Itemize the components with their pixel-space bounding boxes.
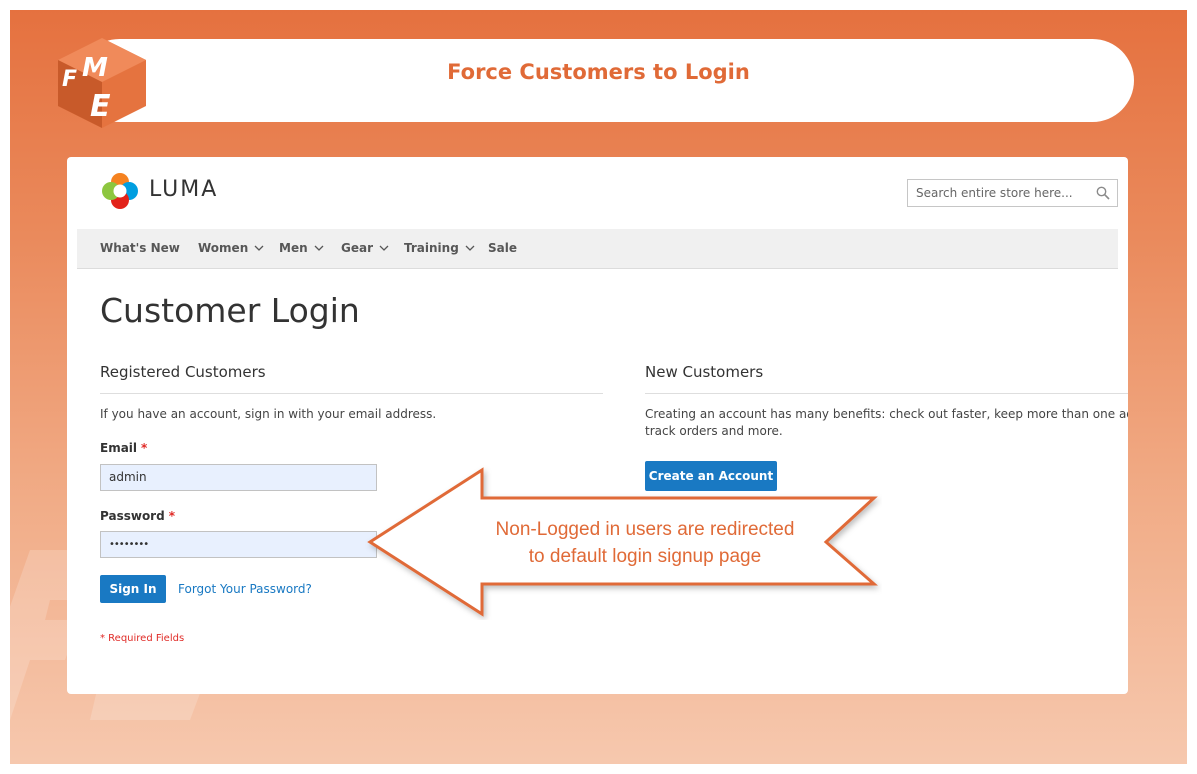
registered-customers-title: Registered Customers xyxy=(100,363,266,381)
registered-intro: If you have an account, sign in with you… xyxy=(100,407,437,421)
title-banner-text-wrap: Force Customers to Login xyxy=(0,0,1197,84)
nav-item-men[interactable]: Men xyxy=(279,241,324,255)
sign-in-button[interactable]: Sign In xyxy=(100,575,166,603)
divider xyxy=(645,393,1128,394)
nav-item-label: Sale xyxy=(488,241,517,255)
store-search[interactable] xyxy=(907,179,1118,207)
nav-item-label: What's New xyxy=(100,241,180,255)
nav-item-whats-new[interactable]: What's New xyxy=(100,241,180,255)
nav-item-label: Men xyxy=(279,241,308,255)
email-field[interactable]: admin xyxy=(100,464,377,491)
luma-brand-name: LUMA xyxy=(149,177,219,202)
password-label-text: Password xyxy=(100,509,165,523)
chevron-down-icon xyxy=(379,245,389,251)
svg-text:M: M xyxy=(82,53,108,83)
nav-item-gear[interactable]: Gear xyxy=(341,241,389,255)
nav-item-sale[interactable]: Sale xyxy=(488,241,517,255)
nav-item-training[interactable]: Training xyxy=(404,241,475,255)
search-icon[interactable] xyxy=(1096,186,1110,200)
required-asterisk: * xyxy=(141,441,148,455)
luma-logo-icon xyxy=(102,173,138,209)
page-title: Customer Login xyxy=(100,291,360,330)
search-input[interactable] xyxy=(908,180,1117,206)
svg-text:F: F xyxy=(62,67,77,92)
callout-line1: Non-Logged in users are redirected xyxy=(495,519,795,540)
main-navigation: What's New Women Men Gear Training Sale xyxy=(77,229,1118,269)
chevron-down-icon xyxy=(314,245,324,251)
chevron-down-icon xyxy=(465,245,475,251)
banner-title: Force Customers to Login xyxy=(447,60,750,84)
email-label: Email * xyxy=(100,441,147,455)
nav-item-label: Women xyxy=(198,241,249,255)
chevron-down-icon xyxy=(254,245,264,251)
required-asterisk: * xyxy=(168,509,175,523)
forgot-password-link[interactable]: Forgot Your Password? xyxy=(178,582,312,596)
divider xyxy=(100,393,603,394)
email-label-text: Email xyxy=(100,441,138,455)
nav-item-label: Training xyxy=(404,241,459,255)
password-label: Password * xyxy=(100,509,175,523)
svg-text:E: E xyxy=(90,89,111,124)
required-fields-note: * Required Fields xyxy=(100,633,185,644)
nav-item-label: Gear xyxy=(341,241,374,255)
callout-text: Non-Logged in users are redirected to de… xyxy=(470,516,820,570)
new-customers-title: New Customers xyxy=(645,363,764,381)
callout-line2: to default login signup page xyxy=(528,546,762,567)
new-customers-intro-line1: Creating an account has many benefits: c… xyxy=(645,407,1128,421)
password-field[interactable]: •••••••• xyxy=(100,531,377,558)
new-customers-intro-line2: track orders and more. xyxy=(645,424,783,438)
nav-item-women[interactable]: Women xyxy=(198,241,264,255)
fme-logo-icon: M F E xyxy=(58,38,146,128)
